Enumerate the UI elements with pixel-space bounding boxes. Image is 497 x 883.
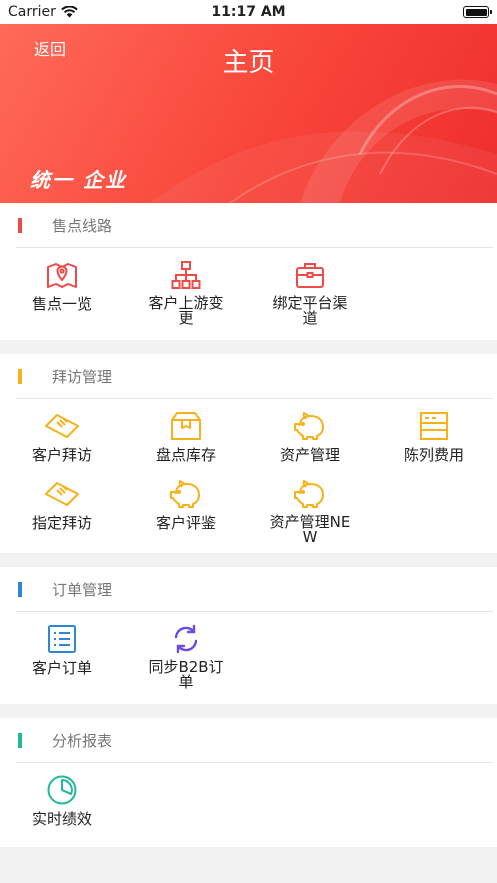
wifi-icon — [61, 6, 78, 18]
piggy-bank-icon — [170, 480, 200, 508]
menu-item-label: 客户上游变更 — [148, 294, 224, 327]
handshake-icon — [45, 414, 79, 438]
menu-item-label: 绑定平台渠道 — [272, 294, 348, 327]
menu-sections: 售点线路 售点一览 客户上游变更 绑定平台渠道 拜访管理 客户拜访 盘点库存 资… — [0, 203, 497, 861]
sync-icon — [174, 624, 198, 653]
section-title: 拜访管理 — [52, 367, 113, 386]
menu-item-customer-orders[interactable]: 客户订单 — [0, 622, 124, 690]
menu-item-asset-management[interactable]: 资产管理 — [248, 409, 372, 477]
menu-item-label: 客户评鉴 — [155, 514, 216, 532]
section-header: 分析报表 — [0, 718, 497, 762]
menu-item-label: 客户订单 — [31, 659, 92, 677]
menu-item-display-cost[interactable]: 陈列费用 — [372, 409, 496, 477]
menu-item-label: 盘点库存 — [155, 446, 216, 464]
menu-item-asset-management-new[interactable]: 资产管理NEW — [248, 477, 372, 545]
org-chart-icon — [171, 260, 201, 289]
map-pin-icon — [47, 263, 77, 288]
section-header: 售点线路 — [0, 203, 497, 247]
piggy-bank-icon — [294, 412, 324, 440]
section-sales-routes: 售点线路 售点一览 客户上游变更 绑定平台渠道 — [0, 203, 497, 340]
menu-item-label: 资产管理NEW — [269, 513, 351, 546]
shelf-icon — [420, 412, 448, 440]
menu-item-customer-visit[interactable]: 客户拜访 — [0, 409, 124, 477]
menu-item-label: 资产管理 — [279, 446, 340, 464]
section-order-management: 订单管理 客户订单 同步B2B订单 — [0, 567, 497, 704]
section-accent-bar — [18, 368, 22, 384]
section-header: 订单管理 — [0, 567, 497, 611]
brand-logo: 统一 企业 — [30, 168, 127, 192]
status-bar: Carrier 11:17 AM — [0, 0, 497, 24]
menu-item-upstream-change[interactable]: 客户上游变更 — [124, 258, 248, 326]
section-title: 售点线路 — [52, 216, 113, 235]
carrier-label: Carrier — [8, 4, 56, 20]
menu-item-outlet-list[interactable]: 售点一览 — [0, 258, 124, 326]
pie-chart-icon — [47, 775, 77, 805]
section-analytics-reports: 分析报表 实时绩效 — [0, 718, 497, 847]
header-banner: 返回 主页 统一 企业 — [0, 24, 497, 203]
menu-item-realtime-performance[interactable]: 实时绩效 — [0, 773, 124, 841]
section-title: 分析报表 — [52, 731, 113, 750]
page-title: 主页 — [222, 48, 275, 78]
menu-item-assigned-visit[interactable]: 指定拜访 — [0, 477, 124, 545]
section-accent-bar — [18, 732, 22, 748]
section-title: 订单管理 — [52, 580, 113, 599]
section-visit-management: 拜访管理 客户拜访 盘点库存 资产管理 陈列费用 指定拜访 客户评鉴 资产管理N… — [0, 354, 497, 553]
menu-item-label: 实时绩效 — [31, 810, 92, 828]
battery-icon — [463, 6, 492, 18]
menu-item-bind-channel[interactable]: 绑定平台渠道 — [248, 258, 372, 326]
box-icon — [171, 412, 201, 440]
section-accent-bar — [18, 581, 22, 597]
menu-item-label: 指定拜访 — [31, 514, 92, 532]
menu-item-label: 同步B2B订单 — [148, 658, 224, 691]
piggy-bank-icon — [294, 479, 324, 508]
menu-item-inventory-check[interactable]: 盘点库存 — [124, 409, 248, 477]
list-icon — [48, 625, 76, 653]
menu-item-label: 售点一览 — [31, 295, 92, 313]
section-accent-bar — [18, 217, 22, 233]
menu-item-label: 陈列费用 — [403, 446, 464, 464]
section-header: 拜访管理 — [0, 354, 497, 398]
menu-item-sync-b2b-orders[interactable]: 同步B2B订单 — [124, 622, 248, 690]
menu-item-label: 客户拜访 — [31, 446, 92, 464]
handshake-icon — [45, 482, 79, 506]
briefcase-icon — [296, 262, 324, 288]
carrier: Carrier — [8, 4, 78, 20]
menu-item-customer-evaluation[interactable]: 客户评鉴 — [124, 477, 248, 545]
